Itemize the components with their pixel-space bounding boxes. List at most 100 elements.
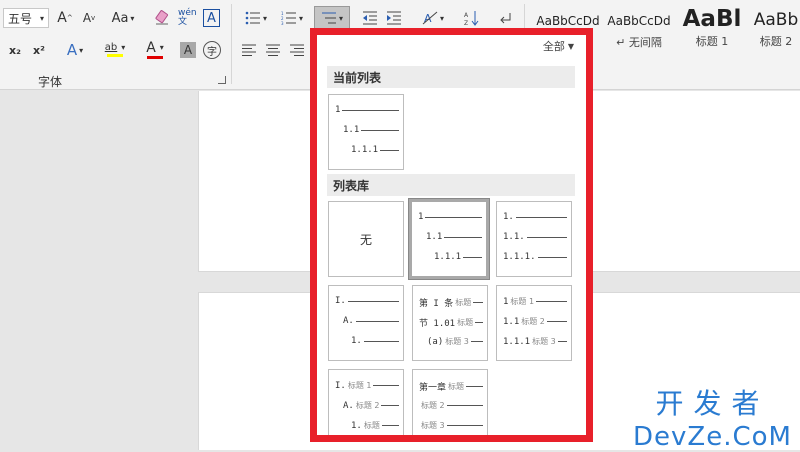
list-library-tile[interactable]: 1 1.1 1.1.1 bbox=[408, 198, 490, 280]
list-library-tile[interactable]: I. A. 1. bbox=[328, 285, 404, 361]
svg-text:Z: Z bbox=[464, 20, 468, 26]
multilevel-list-dropdown: 全部 ▼ 当前列表 1 1.1 1.1.1 列表库 无 1 1.1 1.1.1 1. 1.… bbox=[310, 28, 593, 442]
list-level-style: 标题 3 bbox=[532, 337, 556, 346]
list-level-rule bbox=[515, 216, 567, 218]
list-level-number: A. bbox=[343, 400, 354, 411]
shrink-font-button[interactable]: Av bbox=[80, 8, 98, 28]
align-right-icon[interactable] bbox=[288, 40, 306, 60]
list-level-rule bbox=[470, 341, 483, 342]
watermark-line-1: 开发者 bbox=[655, 387, 770, 420]
style-no-spacing[interactable]: AaBbCcDd ↵ 无间隔 bbox=[604, 6, 674, 58]
chevron-down-icon: ▾ bbox=[39, 13, 44, 23]
svg-text:A: A bbox=[464, 12, 469, 19]
align-center-icon[interactable] bbox=[264, 40, 282, 60]
list-level-rule bbox=[381, 405, 399, 406]
list-level-number: 1. bbox=[351, 420, 362, 431]
list-level-row: 节 1.01 标题 bbox=[419, 316, 483, 329]
font-color-button[interactable]: A ▾ bbox=[138, 38, 172, 60]
grow-font-button[interactable]: A ^ bbox=[56, 8, 74, 28]
decrease-indent-icon[interactable] bbox=[360, 8, 380, 28]
list-level-number: 1.1.1 bbox=[503, 336, 531, 347]
list-level-number: 1.1 bbox=[343, 125, 360, 135]
svg-text:A: A bbox=[424, 12, 432, 25]
list-level-rule bbox=[347, 300, 399, 302]
list-library-tile[interactable]: 第一章 标题 标题 2 标题 3 bbox=[412, 369, 488, 435]
list-level-row: 1 标题 1 bbox=[503, 296, 567, 307]
list-level-number: 1.1.1 bbox=[434, 252, 462, 262]
highlight-button[interactable]: ab ▾ bbox=[98, 38, 132, 60]
dialog-launcher-icon[interactable] bbox=[218, 76, 226, 84]
increase-indent-icon[interactable] bbox=[384, 8, 404, 28]
list-level-rule bbox=[546, 321, 567, 322]
phonetic-guide-button[interactable]: wén文 bbox=[178, 6, 200, 30]
style-heading-1[interactable]: AaBl 标题 1 bbox=[680, 6, 744, 58]
list-library-tile[interactable]: 1 标题 1 1.1 标题 2 1.1.1 标题 3 bbox=[496, 285, 572, 361]
list-library-tile[interactable]: 1. 1.1. 1.1.1. bbox=[496, 201, 572, 277]
list-level-number: I. bbox=[335, 380, 346, 391]
list-level-row: 1.1.1 bbox=[434, 252, 482, 262]
change-case-button[interactable]: Aa ▾ bbox=[108, 8, 138, 28]
list-level-rule bbox=[380, 149, 399, 151]
list-level-number: 1 bbox=[418, 212, 424, 222]
list-filter-label: 全部 bbox=[542, 40, 565, 53]
style-heading-2[interactable]: AaBb 标题 2 bbox=[752, 6, 800, 58]
dropdown-content: 全部 ▼ 当前列表 1 1.1 1.1.1 列表库 无 1 1.1 1.1.1 1. 1.… bbox=[317, 35, 586, 435]
list-level-number: 第一章 bbox=[419, 383, 447, 393]
current-list-header: 当前列表 bbox=[327, 66, 575, 88]
list-filter[interactable]: 全部 ▼ bbox=[543, 38, 574, 54]
list-level-rule bbox=[473, 302, 483, 303]
clear-formatting-icon[interactable] bbox=[152, 8, 172, 28]
list-level-row: 1.1. bbox=[503, 232, 567, 242]
enclose-characters-button[interactable]: 字 bbox=[203, 41, 221, 59]
list-level-row: 1.1.1 标题 3 bbox=[503, 336, 567, 347]
char-shading-button[interactable]: A bbox=[180, 42, 196, 58]
list-level-rule bbox=[446, 425, 483, 426]
align-left-icon[interactable] bbox=[240, 40, 258, 60]
list-level-style: 标题 2 bbox=[355, 401, 380, 410]
numbering-button[interactable]: 1 2 3 ▾ bbox=[276, 8, 308, 28]
list-level-number: 1. bbox=[351, 336, 362, 346]
superscript-button[interactable]: x² bbox=[30, 40, 48, 60]
style-name: ↵ 无间隔 bbox=[616, 36, 662, 49]
list-level-rule bbox=[537, 256, 567, 258]
bullets-button[interactable]: ▾ bbox=[240, 8, 272, 28]
list-level-style: 标题 bbox=[455, 298, 472, 307]
list-library-tile[interactable]: I. 标题 1 A. 标题 2 1. 标题 bbox=[328, 369, 404, 435]
asian-layout-icon[interactable]: A ▾ bbox=[418, 8, 448, 28]
char-border-button[interactable]: A bbox=[203, 9, 220, 27]
text-effects-button[interactable]: A ▾ bbox=[60, 40, 90, 60]
list-level-number: (a) bbox=[427, 336, 444, 347]
svg-text:3: 3 bbox=[281, 21, 284, 25]
list-level-row: I. 标题 1 bbox=[335, 380, 399, 391]
list-level-row: 1. 标题 bbox=[351, 420, 399, 431]
list-none-label: 无 bbox=[359, 232, 372, 247]
list-level-number: 1.1.1. bbox=[503, 252, 536, 262]
list-level-rule bbox=[475, 322, 483, 323]
list-level-rule bbox=[363, 340, 399, 342]
list-level-row: 1.1 bbox=[343, 125, 399, 135]
sort-icon[interactable]: AZ bbox=[462, 8, 482, 28]
list-level-rule bbox=[557, 341, 567, 342]
list-level-style: 标题 1 bbox=[347, 381, 372, 390]
list-level-style: 标题 3 bbox=[421, 421, 445, 430]
subscript-button[interactable]: x₂ bbox=[6, 40, 24, 60]
list-level-rule bbox=[526, 236, 567, 238]
font-group-label: 字体 bbox=[38, 75, 63, 89]
list-level-number: 1.1. bbox=[503, 232, 525, 242]
show-marks-icon[interactable] bbox=[496, 8, 516, 28]
list-level-row: 1 bbox=[335, 105, 399, 115]
list-level-row: A. bbox=[343, 316, 399, 326]
list-level-row: 1. bbox=[503, 212, 567, 222]
list-none-tile[interactable]: 无 bbox=[328, 201, 404, 277]
multilevel-list-button[interactable]: ▾ bbox=[314, 6, 350, 30]
font-size-select[interactable]: 五号 ▾ bbox=[3, 8, 49, 28]
list-level-number: 1.1.1 bbox=[351, 145, 379, 155]
watermark-line-2: DevZe.CoM bbox=[633, 422, 792, 452]
list-level-style: 标题 3 bbox=[445, 337, 469, 346]
list-level-number: 1.1 bbox=[426, 232, 443, 242]
list-level-number: I. bbox=[335, 296, 346, 306]
current-list-tile[interactable]: 1 1.1 1.1.1 bbox=[328, 94, 404, 170]
list-level-row: I. bbox=[335, 296, 399, 306]
list-library-tile[interactable]: 第 I 条标题节 1.01 标题 (a) 标题 3 bbox=[412, 285, 488, 361]
list-level-style: 标题 bbox=[363, 421, 380, 430]
